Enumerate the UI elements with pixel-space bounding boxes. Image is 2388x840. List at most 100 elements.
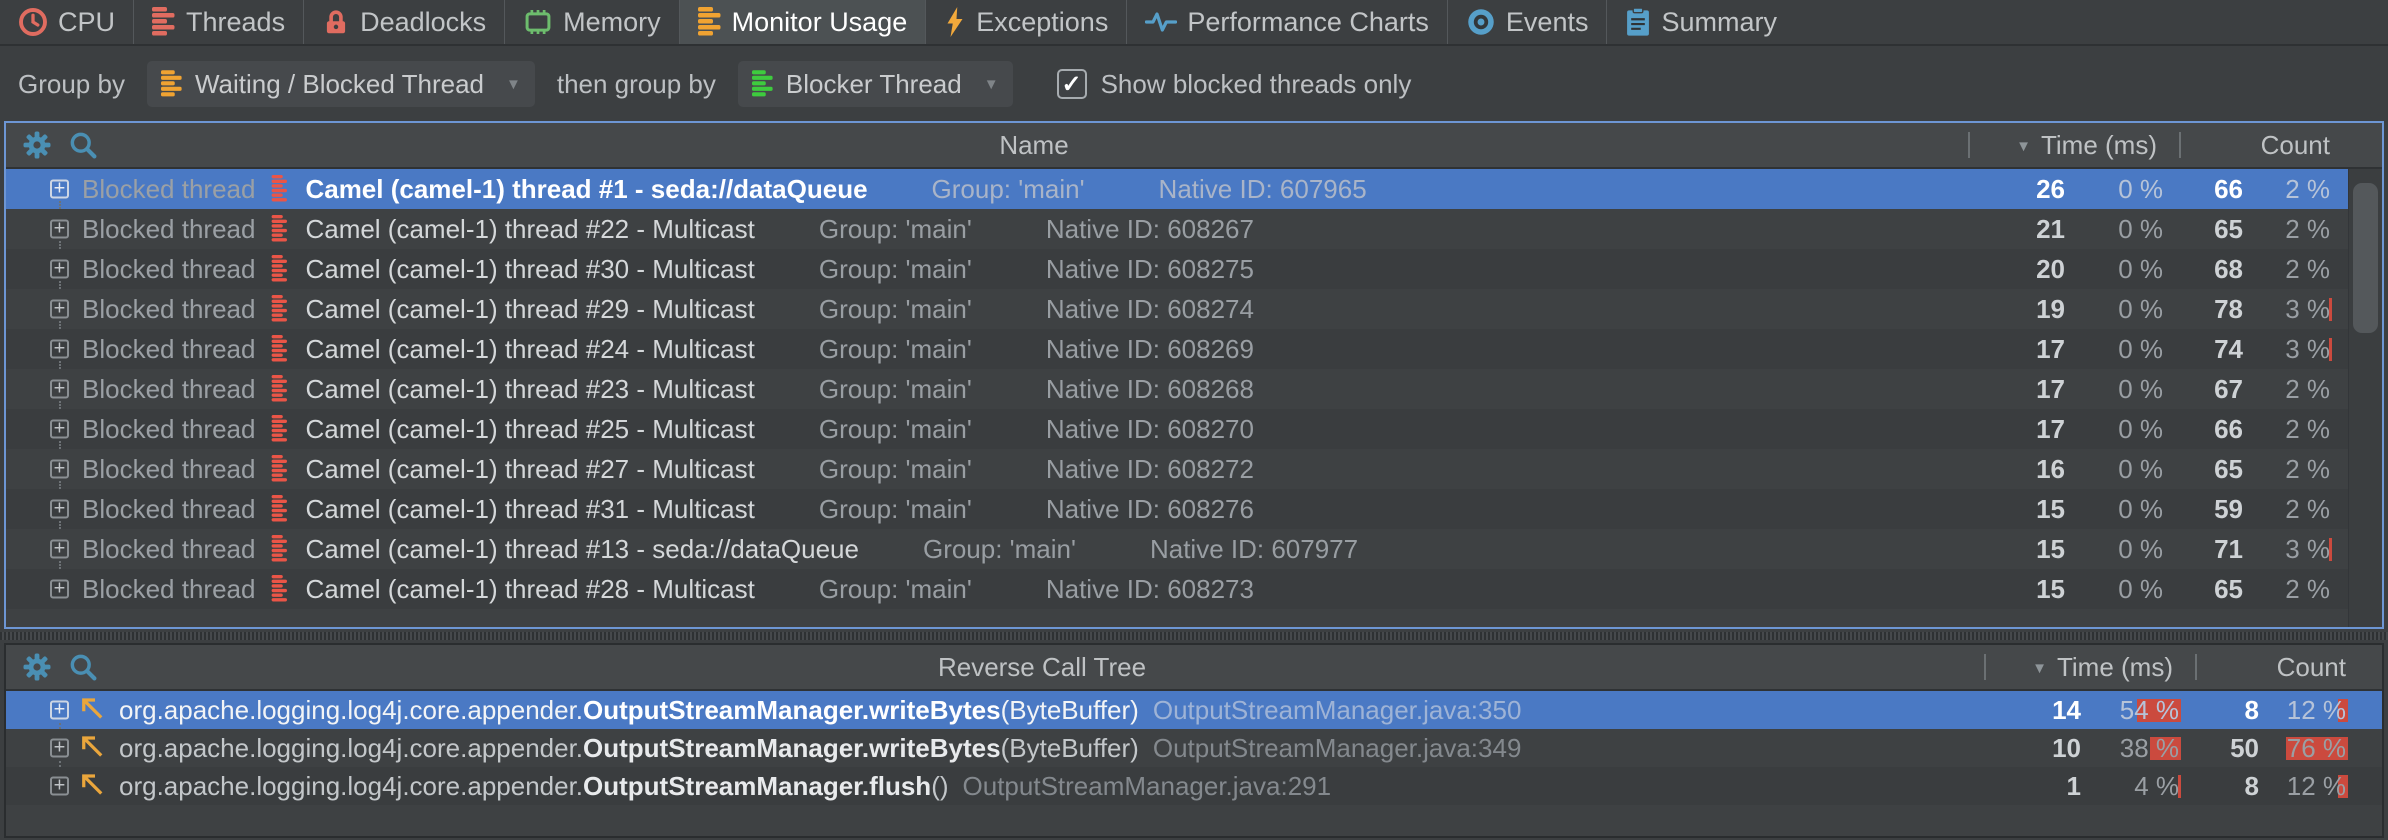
expander-icon[interactable]: +: [50, 340, 69, 359]
call-tree-title: Reverse Call Tree: [98, 652, 1986, 683]
expander-icon[interactable]: +: [50, 580, 69, 599]
thread-native-id: Native ID: 608268: [1046, 374, 1254, 405]
expander-icon[interactable]: +: [50, 260, 69, 279]
call-tree-row[interactable]: +org.apache.logging.log4j.core.appender.…: [6, 767, 2382, 805]
thread-native-id: Native ID: 608276: [1046, 494, 1254, 525]
expander-icon[interactable]: +: [50, 777, 69, 796]
source-location: OutputStreamManager.java:291: [963, 771, 1332, 802]
count-value: 78: [2181, 294, 2243, 325]
tab-events[interactable]: Events: [1447, 0, 1607, 44]
expander-icon[interactable]: +: [50, 701, 69, 720]
thread-group: Group: 'main': [819, 574, 972, 605]
thread-name: Camel (camel-1) thread #28 - Multicast: [305, 574, 754, 605]
chevron-down-icon: ▼: [506, 76, 521, 93]
count-percent: 12 %: [2259, 771, 2348, 802]
group-by-select[interactable]: Waiting / Blocked Thread ▼: [147, 61, 535, 107]
expander-icon[interactable]: +: [50, 300, 69, 319]
percent-value: 3 %: [2285, 294, 2330, 324]
tree-lines: +: [6, 529, 82, 569]
scrollbar-thumb[interactable]: [2353, 183, 2378, 333]
count-percent: 3 %: [2243, 334, 2332, 365]
search-icon[interactable]: [68, 130, 98, 160]
count-column-header[interactable]: Count: [2181, 130, 2344, 161]
call-tree-row[interactable]: +org.apache.logging.log4j.core.appender.…: [6, 729, 2382, 767]
thread-icon: [271, 375, 289, 403]
thread-native-id: Native ID: 607965: [1159, 174, 1367, 205]
tab-label: Threads: [186, 7, 285, 38]
thread-state-label: Blocked thread: [82, 254, 255, 285]
thread-group: Group: 'main': [819, 254, 972, 285]
percent-value: 38 %: [2120, 733, 2179, 763]
traffic-bars-icon: [698, 7, 722, 37]
clipboard-icon: [1625, 7, 1651, 37]
table-row[interactable]: +Blocked threadCamel (camel-1) thread #2…: [6, 289, 2382, 329]
thread-state-label: Blocked thread: [82, 414, 255, 445]
expander-icon[interactable]: +: [50, 460, 69, 479]
thread-name: Camel (camel-1) thread #27 - Multicast: [305, 454, 754, 485]
expander-icon[interactable]: +: [50, 500, 69, 519]
tab-summary[interactable]: Summary: [1606, 0, 1795, 44]
tab-deadlocks[interactable]: Deadlocks: [303, 0, 504, 44]
thread-group: Group: 'main': [819, 414, 972, 445]
tab-exceptions[interactable]: Exceptions: [925, 0, 1126, 44]
panel-splitter[interactable]: [0, 629, 2388, 643]
expander-icon[interactable]: +: [50, 540, 69, 559]
expander-icon[interactable]: +: [50, 420, 69, 439]
count-value: 65: [2181, 454, 2243, 485]
memory-chip-icon: [523, 8, 553, 36]
expander-icon[interactable]: +: [50, 180, 69, 199]
grouping-toolbar: Group by Waiting / Blocked Thread ▼ then…: [0, 48, 2388, 120]
count-value: 71: [2181, 534, 2243, 565]
thread-name: Camel (camel-1) thread #24 - Multicast: [305, 334, 754, 365]
tree-lines: +: [6, 409, 82, 449]
time-percent: 0 %: [2065, 574, 2165, 605]
thread-state-label: Blocked thread: [82, 294, 255, 325]
table-row[interactable]: +Blocked threadCamel (camel-1) thread #2…: [6, 369, 2382, 409]
table-row[interactable]: +Blocked threadCamel (camel-1) thread #2…: [6, 209, 2382, 249]
expander-icon[interactable]: +: [50, 380, 69, 399]
time-column-header[interactable]: ▼Time (ms): [1986, 652, 2197, 683]
method-args: (): [931, 771, 948, 802]
show-blocked-threads-checkbox[interactable]: ✓: [1057, 69, 1087, 99]
thread-group: Group: 'main': [819, 294, 972, 325]
percent-value: 0 %: [2118, 414, 2163, 444]
table-row[interactable]: +Blocked threadCamel (camel-1) thread #2…: [6, 329, 2382, 369]
expander-icon[interactable]: +: [50, 739, 69, 758]
tab-monitor-usage[interactable]: Monitor Usage: [679, 0, 926, 44]
percent-value: 0 %: [2118, 294, 2163, 324]
gear-icon[interactable]: [22, 130, 52, 160]
table-row[interactable]: +Blocked threadCamel (camel-1) thread #3…: [6, 249, 2382, 289]
thread-state-label: Blocked thread: [82, 214, 255, 245]
show-blocked-threads-label[interactable]: Show blocked threads only: [1101, 69, 1412, 100]
search-icon[interactable]: [68, 652, 98, 682]
thread-state-label: Blocked thread: [82, 174, 255, 205]
count-value: 68: [2181, 254, 2243, 285]
gear-icon[interactable]: [22, 652, 52, 682]
tab-cpu[interactable]: CPU: [0, 0, 133, 44]
vertical-scrollbar[interactable]: [2348, 169, 2382, 627]
expander-icon[interactable]: +: [50, 220, 69, 239]
then-group-by-label: then group by: [557, 69, 716, 100]
time-column-header[interactable]: ▼Time (ms): [1970, 130, 2181, 161]
table-row[interactable]: +Blocked threadCamel (camel-1) thread #1…: [6, 529, 2382, 569]
count-percent: 2 %: [2243, 454, 2332, 485]
tab-label: Summary: [1661, 7, 1777, 38]
tab-performance-charts[interactable]: Performance Charts: [1126, 0, 1447, 44]
table-row[interactable]: +Blocked threadCamel (camel-1) thread #2…: [6, 409, 2382, 449]
name-column-header[interactable]: Name: [98, 130, 1970, 161]
then-group-by-select[interactable]: Blocker Thread ▼: [738, 61, 1013, 107]
table-row[interactable]: +Blocked threadCamel (camel-1) thread #2…: [6, 569, 2382, 609]
call-tree-row[interactable]: +org.apache.logging.log4j.core.appender.…: [6, 691, 2382, 729]
table-row[interactable]: +Blocked threadCamel (camel-1) thread #2…: [6, 449, 2382, 489]
table-row[interactable]: +Blocked threadCamel (camel-1) thread #3…: [6, 489, 2382, 529]
count-column-header[interactable]: Count: [2197, 652, 2360, 683]
percent-value: 0 %: [2118, 174, 2163, 204]
table-row[interactable]: +Blocked threadCamel (camel-1) thread #1…: [6, 169, 2382, 209]
callsite-arrow-icon: [80, 772, 105, 800]
thread-group: Group: 'main': [932, 174, 1085, 205]
thread-group: Group: 'main': [819, 334, 972, 365]
count-value: 8: [2197, 695, 2259, 726]
tab-threads[interactable]: Threads: [133, 0, 303, 44]
tree-lines: +: [6, 329, 82, 369]
tab-memory[interactable]: Memory: [504, 0, 679, 44]
